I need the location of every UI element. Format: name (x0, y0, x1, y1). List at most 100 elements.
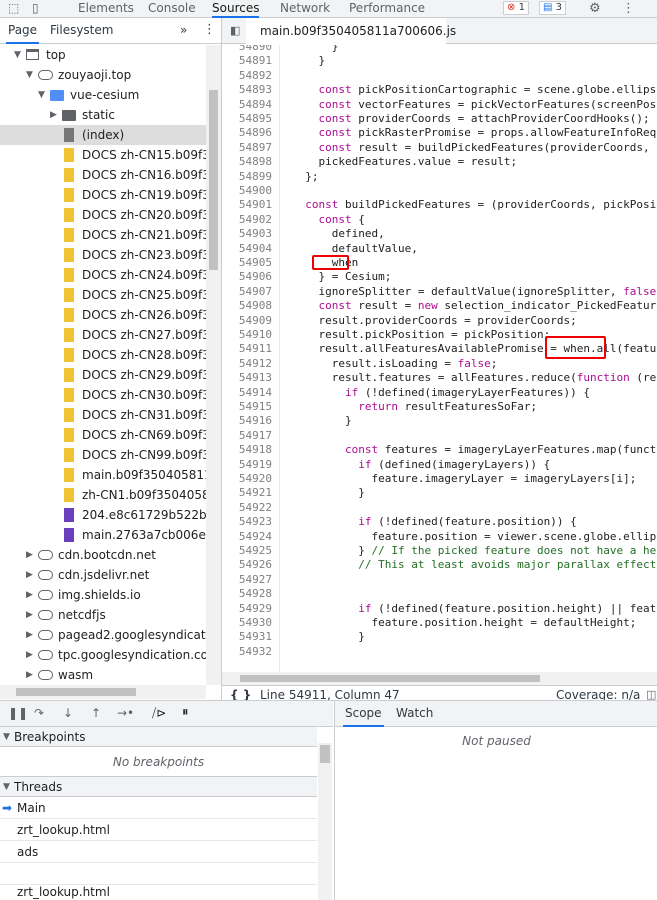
collapse-arrow-icon[interactable]: ▶ (50, 105, 57, 125)
code-line[interactable]: 54908 const result = new selection_indic… (222, 299, 657, 313)
deactivate-breakpoints-icon[interactable]: ⧸⊳ (152, 706, 166, 721)
toggle-navigator-icon[interactable]: ◧ (230, 24, 240, 37)
code-line[interactable]: 54897 const result = buildPickedFeatures… (222, 141, 657, 155)
line-number[interactable]: 54906 (222, 270, 272, 284)
line-number[interactable]: 54913 (222, 371, 272, 385)
gear-icon[interactable]: ⚙ (589, 1, 601, 16)
code-line[interactable]: 54916 } (222, 414, 657, 428)
editor-horizontal-scrollbar-thumb[interactable] (240, 675, 540, 682)
code-line[interactable]: 54915 return resultFeaturesSoFar; (222, 400, 657, 414)
more-vertical-icon[interactable]: ⋮ (203, 18, 216, 44)
code-line[interactable]: 54909 result.providerCoords = providerCo… (222, 314, 657, 328)
tree-item[interactable]: DOCS zh-CN30.b09f3504 (0, 385, 206, 405)
code-line[interactable]: 54902 const { (222, 213, 657, 227)
code-line[interactable]: 54919 if (defined(imageryLayers)) { (222, 458, 657, 472)
coverage-status[interactable]: Coverage: n/a (556, 686, 640, 700)
pause-on-exceptions-icon[interactable]: ⏸ (182, 705, 189, 720)
error-badge[interactable]: ⊗ 1 (503, 1, 529, 15)
tab-page[interactable]: Page (6, 18, 40, 44)
thread-item[interactable]: zrt_lookup.html (0, 819, 317, 841)
code-line[interactable]: 54901 const buildPickedFeatures = (provi… (222, 198, 657, 212)
code-line[interactable]: 54914 if (!defined(imageryLayerFeatures)… (222, 386, 657, 400)
line-number[interactable]: 54910 (222, 328, 272, 342)
more-vertical-icon[interactable]: ⋮ (622, 1, 635, 16)
line-number[interactable]: 54899 (222, 170, 272, 184)
code-line[interactable]: 54929 if (!defined(feature.position.heig… (222, 602, 657, 616)
tree-item[interactable]: main.2763a7cb006e39d8b (0, 525, 206, 545)
tab-filesystem[interactable]: Filesystem (50, 18, 113, 44)
line-number[interactable]: 54907 (222, 285, 272, 299)
code-line[interactable]: 54904 defaultValue, (222, 242, 657, 256)
collapse-arrow-icon[interactable]: ▶ (26, 645, 33, 665)
line-number[interactable]: 54904 (222, 242, 272, 256)
tree-item[interactable]: DOCS zh-CN69.b09f3504 (0, 425, 206, 445)
line-number[interactable]: 54896 (222, 126, 272, 140)
thread-item[interactable]: ads (0, 841, 317, 863)
code-line[interactable]: 54931 } (222, 630, 657, 644)
code-line[interactable]: 54920 feature.imageryLayer = imageryLaye… (222, 472, 657, 486)
line-number[interactable]: 54917 (222, 429, 272, 443)
tree-item[interactable]: 204.e8c61729b522bc62a7 (0, 505, 206, 525)
step-over-icon[interactable]: ↷ (34, 706, 44, 720)
code-view[interactable]: 54890 } 54891 } 54892 54893 const pickPosit… (222, 45, 657, 672)
tree-scrollbar-thumb[interactable] (209, 90, 218, 270)
collapse-arrow-icon[interactable]: ▶ (26, 585, 33, 605)
line-number[interactable]: 54918 (222, 443, 272, 457)
line-number[interactable]: 54897 (222, 141, 272, 155)
tree-item[interactable]: DOCS zh-CN27.b09f3504 (0, 325, 206, 345)
line-number[interactable]: 54928 (222, 587, 272, 601)
code-line[interactable]: 54921 } (222, 486, 657, 500)
code-line[interactable]: 54894 const vectorFeatures = pickVectorF… (222, 98, 657, 112)
line-number[interactable]: 54912 (222, 357, 272, 371)
inspect-icon[interactable]: ⬚ (8, 1, 19, 15)
code-line[interactable]: 54928 (222, 587, 657, 601)
tree-item[interactable]: DOCS zh-CN24.b09f3504 (0, 265, 206, 285)
line-number[interactable]: 54922 (222, 501, 272, 515)
tree-item[interactable]: ▼ vue-cesium (0, 85, 206, 105)
line-number[interactable]: 54908 (222, 299, 272, 313)
code-line[interactable]: 54913 result.features = allFeatures.redu… (222, 371, 657, 385)
thread-item[interactable]: ➡ Main (0, 797, 317, 819)
toggle-drawer-icon[interactable]: ◫ (646, 686, 656, 700)
collapse-arrow-icon[interactable]: ▶ (26, 545, 33, 565)
code-line[interactable]: 54925 } // If the picked feature does no… (222, 544, 657, 558)
device-toggle-icon[interactable]: ▯ (32, 1, 39, 15)
tree-item[interactable]: DOCS zh-CN99.b09f3504 (0, 445, 206, 465)
tree-item[interactable]: ▶ cdn.bootcdn.net (0, 545, 206, 565)
debugger-scrollbar-thumb[interactable] (320, 745, 330, 763)
line-number[interactable]: 54916 (222, 414, 272, 428)
line-number[interactable]: 54932 (222, 645, 272, 659)
pretty-print-button[interactable]: { } (230, 686, 251, 700)
line-number[interactable]: 54929 (222, 602, 272, 616)
line-number[interactable]: 54894 (222, 98, 272, 112)
code-line[interactable]: 54922 (222, 501, 657, 515)
tree-item[interactable]: ▶ tpc.googlesyndication.com (0, 645, 206, 665)
expand-arrow-icon[interactable]: ▼ (38, 85, 45, 105)
code-line[interactable]: 54899 }; (222, 170, 657, 184)
step-into-icon[interactable]: ↓ (63, 706, 73, 720)
line-number[interactable]: 54898 (222, 155, 272, 169)
pause-icon[interactable]: ❚❚ (8, 706, 28, 720)
tree-item[interactable]: DOCS zh-CN23.b09f3504 (0, 245, 206, 265)
code-line[interactable]: 54891 } (222, 54, 657, 68)
collapse-arrow-icon[interactable]: ▶ (26, 665, 33, 685)
expand-arrow-icon[interactable]: ▼ (26, 65, 33, 85)
step-out-icon[interactable]: ↑ (91, 706, 101, 720)
line-number[interactable]: 54930 (222, 616, 272, 630)
code-line[interactable]: 54932 (222, 645, 657, 659)
code-line[interactable]: 54900 (222, 184, 657, 198)
tree-item[interactable]: DOCS zh-CN28.b09f3504 (0, 345, 206, 365)
tab-network[interactable]: Network (280, 0, 330, 18)
expand-arrow-icon[interactable]: ▼ (14, 45, 21, 65)
thread-item[interactable]: zrt_lookup.html (0, 881, 317, 900)
collapse-arrow-icon[interactable]: ▶ (26, 605, 33, 625)
line-number[interactable]: 54931 (222, 630, 272, 644)
code-line[interactable]: 54924 feature.position = viewer.scene.gl… (222, 530, 657, 544)
tree-item[interactable]: DOCS zh-CN15.b09f3504 (0, 145, 206, 165)
tree-horizontal-scrollbar-thumb[interactable] (16, 688, 136, 696)
line-number[interactable]: 54923 (222, 515, 272, 529)
line-number[interactable]: 54892 (222, 69, 272, 83)
line-number[interactable]: 54914 (222, 386, 272, 400)
code-line[interactable]: 54893 const pickPositionCartographic = s… (222, 83, 657, 97)
code-line[interactable]: 54918 const features = imageryLayerFeatu… (222, 443, 657, 457)
